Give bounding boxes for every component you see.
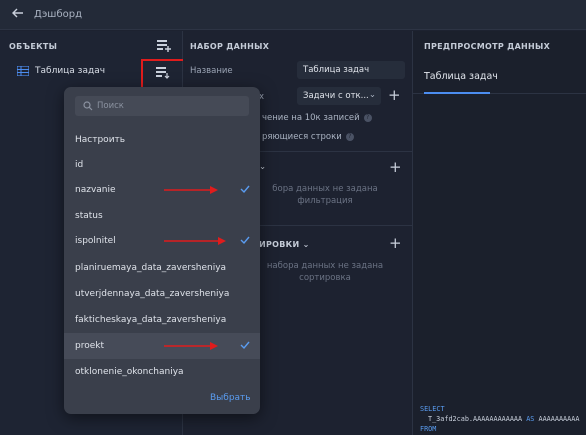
dropdown-item-label: ispolnitel	[75, 236, 116, 246]
search-input[interactable]	[97, 98, 245, 114]
add-source-button[interactable]: +	[388, 88, 401, 103]
limit-10k-label: чение на 10к записей	[262, 113, 360, 123]
dropdown-item-label: proekt	[75, 341, 104, 351]
columns-dropdown: Настроить id nazvanie status ispolnitel …	[64, 87, 260, 414]
dropdown-item-proekt[interactable]: proekt	[64, 333, 260, 359]
check-icon	[240, 236, 250, 245]
choose-button[interactable]: Выбрать	[210, 393, 251, 403]
help-icon[interactable]: ?	[363, 113, 372, 122]
dataset-section-title: НАБОР ДАННЫХ	[190, 42, 270, 51]
dropdown-item-label: id	[75, 160, 84, 170]
sql-alias: AAAAAAAAAA	[538, 415, 580, 423]
sql-select-keyword: SELECT	[420, 405, 445, 413]
dropdown-item-label: nazvanie	[75, 185, 116, 195]
limit-10k-text: чение на 10к записей?	[262, 113, 372, 123]
sql-column: T_3afd2cab.AAAAAAAAAAAA	[428, 415, 523, 423]
sql-as: AS	[526, 415, 535, 423]
sort-empty-text: набора данных не задана сортировка	[250, 260, 400, 284]
dropdown-item-label: Настроить	[75, 135, 126, 145]
chevron-down-icon: ⌄	[302, 240, 310, 249]
source-select[interactable]: Задачи с отк... ⌄	[297, 87, 381, 105]
red-arrow-annotation-icon	[164, 237, 226, 245]
dropdown-item-status[interactable]: status	[64, 203, 260, 229]
object-columns-settings-button[interactable]	[141, 59, 185, 89]
dropdown-item-customize[interactable]: Настроить	[64, 127, 260, 153]
object-item-label: Таблица задач	[35, 66, 106, 76]
active-tab-indicator	[424, 92, 490, 94]
page-title: Дэшборд	[34, 9, 82, 20]
help-icon[interactable]: ?	[345, 132, 354, 141]
dropdown-item-otklonenie[interactable]: otklonenie_okonchaniya	[64, 359, 260, 385]
filter-empty-line-2: фильтрация	[297, 196, 353, 206]
dropdown-item-planiruemaya-data[interactable]: planiruemaya_data_zaversheniya	[64, 255, 260, 281]
dropdown-item-id[interactable]: id	[64, 152, 260, 178]
sql-select: SELECT	[420, 405, 445, 413]
add-sort-button[interactable]: +	[389, 236, 402, 251]
sql-line-2: T_3afd2cab.AAAAAAAAAAAA AS AAAAAAAAAA	[428, 415, 579, 423]
check-icon	[240, 341, 250, 350]
search-icon	[83, 101, 93, 111]
filter-section-chevron-icon[interactable]: ⌄	[259, 162, 266, 172]
source-select-value: Задачи с отк...	[303, 91, 369, 101]
dropdown-item-ispolnitel[interactable]: ispolnitel	[64, 228, 260, 254]
back-arrow-icon[interactable]	[12, 8, 26, 21]
dropdown-item-utverjdennaya-data[interactable]: utverjdennaya_data_zaversheniya	[64, 281, 260, 307]
dropdown-item-label: status	[75, 211, 103, 221]
filter-empty-text: бора данных не задана фильтрация	[255, 183, 395, 207]
dropdown-item-nazvanie[interactable]: nazvanie	[64, 177, 260, 203]
sort-section-title[interactable]: ИРОВКИ ⌄	[259, 240, 310, 249]
objects-section-title: ОБЪЕКТЫ	[9, 42, 58, 51]
sort-empty-line-1: набора данных не задана	[266, 261, 384, 271]
search-box[interactable]	[75, 96, 249, 116]
red-arrow-annotation-icon	[164, 342, 218, 350]
add-object-icon[interactable]	[157, 40, 171, 52]
chevron-down-icon: ⌄	[368, 90, 376, 100]
table-icon	[16, 65, 30, 77]
object-item-tasks-table[interactable]: Таблица задач	[16, 65, 106, 77]
check-icon	[240, 185, 250, 194]
sql-from: FROM	[420, 425, 437, 433]
dropdown-item-fakticheskaya-data[interactable]: fakticheskaya_data_zaversheniya	[64, 307, 260, 333]
dropdown-item-label: otklonenie_okonchaniya	[75, 367, 184, 377]
dropdown-item-label: planiruemaya_data_zaversheniya	[75, 263, 227, 273]
dataset-name-field[interactable]: Таблица задач	[297, 61, 405, 79]
name-label: Название	[190, 66, 233, 76]
sort-empty-line-2: сортировка	[299, 273, 351, 283]
preview-tab-tasks-table[interactable]: Таблица задач	[424, 71, 498, 82]
dropdown-item-label: utverjdennaya_data_zaversheniya	[75, 289, 230, 299]
red-arrow-annotation-icon	[164, 186, 218, 194]
add-filter-button[interactable]: +	[389, 160, 402, 175]
filter-empty-line-1: бора данных не задана	[272, 184, 378, 194]
top-bar: Дэшборд	[0, 0, 586, 30]
sort-section-label: ИРОВКИ	[259, 240, 300, 249]
columns-settings-icon	[156, 67, 170, 79]
dropdown-item-label: fakticheskaya_data_zaversheniya	[75, 315, 227, 325]
sql-from-keyword: FROM	[420, 425, 436, 433]
repeating-rows-label: ряющиеся строки	[262, 132, 342, 142]
repeating-rows-text: ряющиеся строки?	[262, 132, 354, 142]
preview-section-title: ПРЕДПРОСМОТР ДАННЫХ	[424, 42, 551, 51]
